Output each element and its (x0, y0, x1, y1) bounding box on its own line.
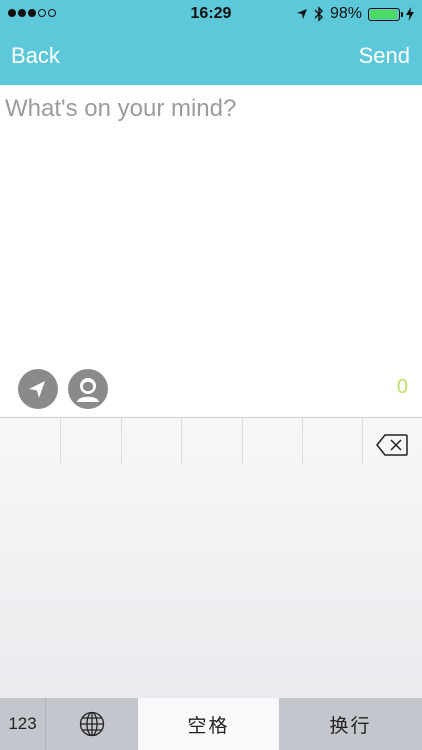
bluetooth-icon (314, 6, 323, 22)
globe-icon (79, 711, 105, 737)
space-key[interactable]: 空格 (138, 698, 279, 750)
battery-percent: 98% (329, 5, 362, 22)
candidate-divider (242, 418, 243, 464)
status-bar: 16:29 98% (0, 0, 422, 30)
character-count: 0 (396, 376, 408, 398)
battery-icon (368, 7, 403, 21)
globe-key[interactable] (46, 698, 138, 750)
numbers-key[interactable]: 123 (0, 698, 46, 750)
location-arrow-icon (296, 9, 307, 19)
keyboard (0, 417, 422, 699)
candidate-divider (181, 418, 182, 464)
location-button[interactable] (18, 369, 58, 409)
candidate-divider (362, 418, 363, 464)
back-button[interactable]: Back (11, 43, 60, 69)
navigation-bar: Back Send (0, 30, 422, 85)
candidate-divider (121, 418, 122, 464)
return-key[interactable]: 换行 (279, 698, 422, 750)
candidate-divider (60, 418, 61, 464)
location-arrow-icon (29, 381, 45, 398)
charging-bolt-icon (406, 7, 414, 21)
candidate-divider (302, 418, 303, 464)
send-button[interactable]: Send (359, 43, 410, 69)
backspace-icon[interactable] (376, 434, 408, 456)
contact-button[interactable] (68, 369, 108, 409)
person-icon (77, 378, 99, 402)
compose-textarea[interactable] (0, 85, 422, 365)
keyboard-bottom-row: 123 空格 换行 (0, 698, 422, 750)
status-right: 98% (296, 5, 414, 23)
